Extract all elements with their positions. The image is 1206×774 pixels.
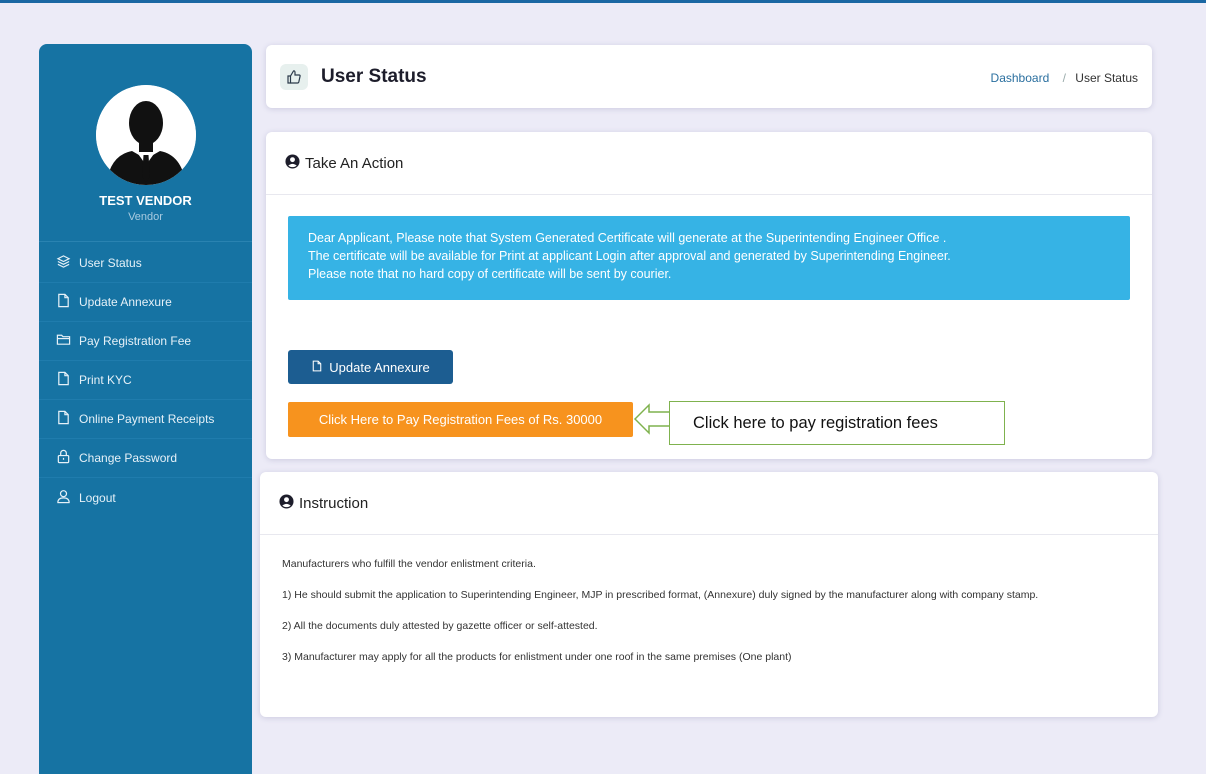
take-action-title: Take An Action bbox=[305, 154, 404, 172]
breadcrumb: Dashboard / User Status bbox=[991, 71, 1138, 85]
callout-box: Click here to pay registration fees bbox=[669, 401, 1005, 445]
instruction-card: Instruction Manufacturers who fulfill th… bbox=[260, 472, 1158, 717]
sidebar-divider bbox=[39, 241, 252, 242]
breadcrumb-current: User Status bbox=[1075, 71, 1138, 85]
file-icon bbox=[56, 410, 79, 428]
file-icon bbox=[311, 360, 329, 375]
sidebar-item-online-payment-receipts[interactable]: Online Payment Receipts bbox=[39, 400, 252, 439]
alert-line: Please note that no hard copy of certifi… bbox=[308, 267, 672, 281]
sidebar-item-label: Online Payment Receipts bbox=[79, 412, 215, 426]
sidebar-item-pay-registration-fee[interactable]: Pay Registration Fee bbox=[39, 322, 252, 361]
thumbs-up-icon bbox=[280, 64, 308, 90]
sidebar-item-label: Print KYC bbox=[79, 373, 132, 387]
sidebar: TEST VENDOR Vendor User Status Update An… bbox=[39, 44, 252, 774]
sidebar-menu: User Status Update Annexure Pay Registra… bbox=[39, 244, 252, 517]
sidebar-item-print-kyc[interactable]: Print KYC bbox=[39, 361, 252, 400]
folder-icon bbox=[56, 332, 79, 350]
callout-arrow-icon bbox=[633, 403, 671, 435]
user-name: TEST VENDOR bbox=[99, 193, 192, 208]
breadcrumb-separator: / bbox=[1062, 71, 1066, 85]
sidebar-item-update-annexure[interactable]: Update Annexure bbox=[39, 283, 252, 322]
avatar bbox=[96, 85, 196, 185]
page-header-card: User Status Dashboard / User Status bbox=[266, 45, 1152, 108]
alert-line: The certificate will be available for Pr… bbox=[308, 249, 951, 263]
instruction-header: Instruction bbox=[260, 472, 1158, 535]
file-icon bbox=[56, 371, 79, 389]
sidebar-item-label: Pay Registration Fee bbox=[79, 334, 192, 348]
sidebar-item-label: User Status bbox=[79, 256, 142, 270]
user-circle-icon bbox=[279, 493, 299, 513]
layers-icon bbox=[56, 254, 79, 272]
alert-line: Dear Applicant, Please note that System … bbox=[308, 231, 947, 245]
file-icon bbox=[56, 293, 79, 311]
update-annexure-button[interactable]: Update Annexure bbox=[288, 350, 453, 384]
user-icon bbox=[56, 489, 79, 507]
callout-text: Click here to pay registration fees bbox=[693, 413, 938, 432]
instruction-line: 3) Manufacturer may apply for all the pr… bbox=[282, 651, 792, 663]
user-circle-icon bbox=[285, 153, 305, 173]
breadcrumb-dashboard-link[interactable]: Dashboard bbox=[991, 71, 1050, 85]
pay-button-label: Click Here to Pay Registration Fees of R… bbox=[318, 412, 603, 427]
sidebar-item-change-password[interactable]: Change Password bbox=[39, 439, 252, 478]
sidebar-item-logout[interactable]: Logout bbox=[39, 478, 252, 517]
lock-icon bbox=[56, 449, 79, 467]
sidebar-item-label: Logout bbox=[79, 490, 116, 505]
take-action-header: Take An Action bbox=[266, 132, 1152, 195]
user-role: Vendor bbox=[128, 211, 163, 223]
update-annexure-label: Update Annexure bbox=[329, 359, 430, 375]
top-accent-line bbox=[0, 0, 1206, 3]
instruction-body: Manufacturers who fulfill the vendor enl… bbox=[282, 558, 1038, 682]
instruction-line: 1) He should submit the application to S… bbox=[282, 589, 1039, 601]
instruction-title: Instruction bbox=[299, 494, 369, 512]
sidebar-item-user-status[interactable]: User Status bbox=[39, 244, 252, 283]
sidebar-item-label: Change Password bbox=[79, 451, 178, 465]
pay-registration-fees-button[interactable]: Click Here to Pay Registration Fees of R… bbox=[288, 402, 633, 437]
instruction-line: 2) All the documents duly attested by ga… bbox=[282, 620, 598, 632]
page-title: User Status bbox=[321, 66, 427, 87]
instruction-line: Manufacturers who fulfill the vendor enl… bbox=[282, 558, 536, 570]
certificate-notice-alert: Dear Applicant, Please note that System … bbox=[288, 216, 1130, 300]
sidebar-item-label: Update Annexure bbox=[79, 295, 172, 309]
